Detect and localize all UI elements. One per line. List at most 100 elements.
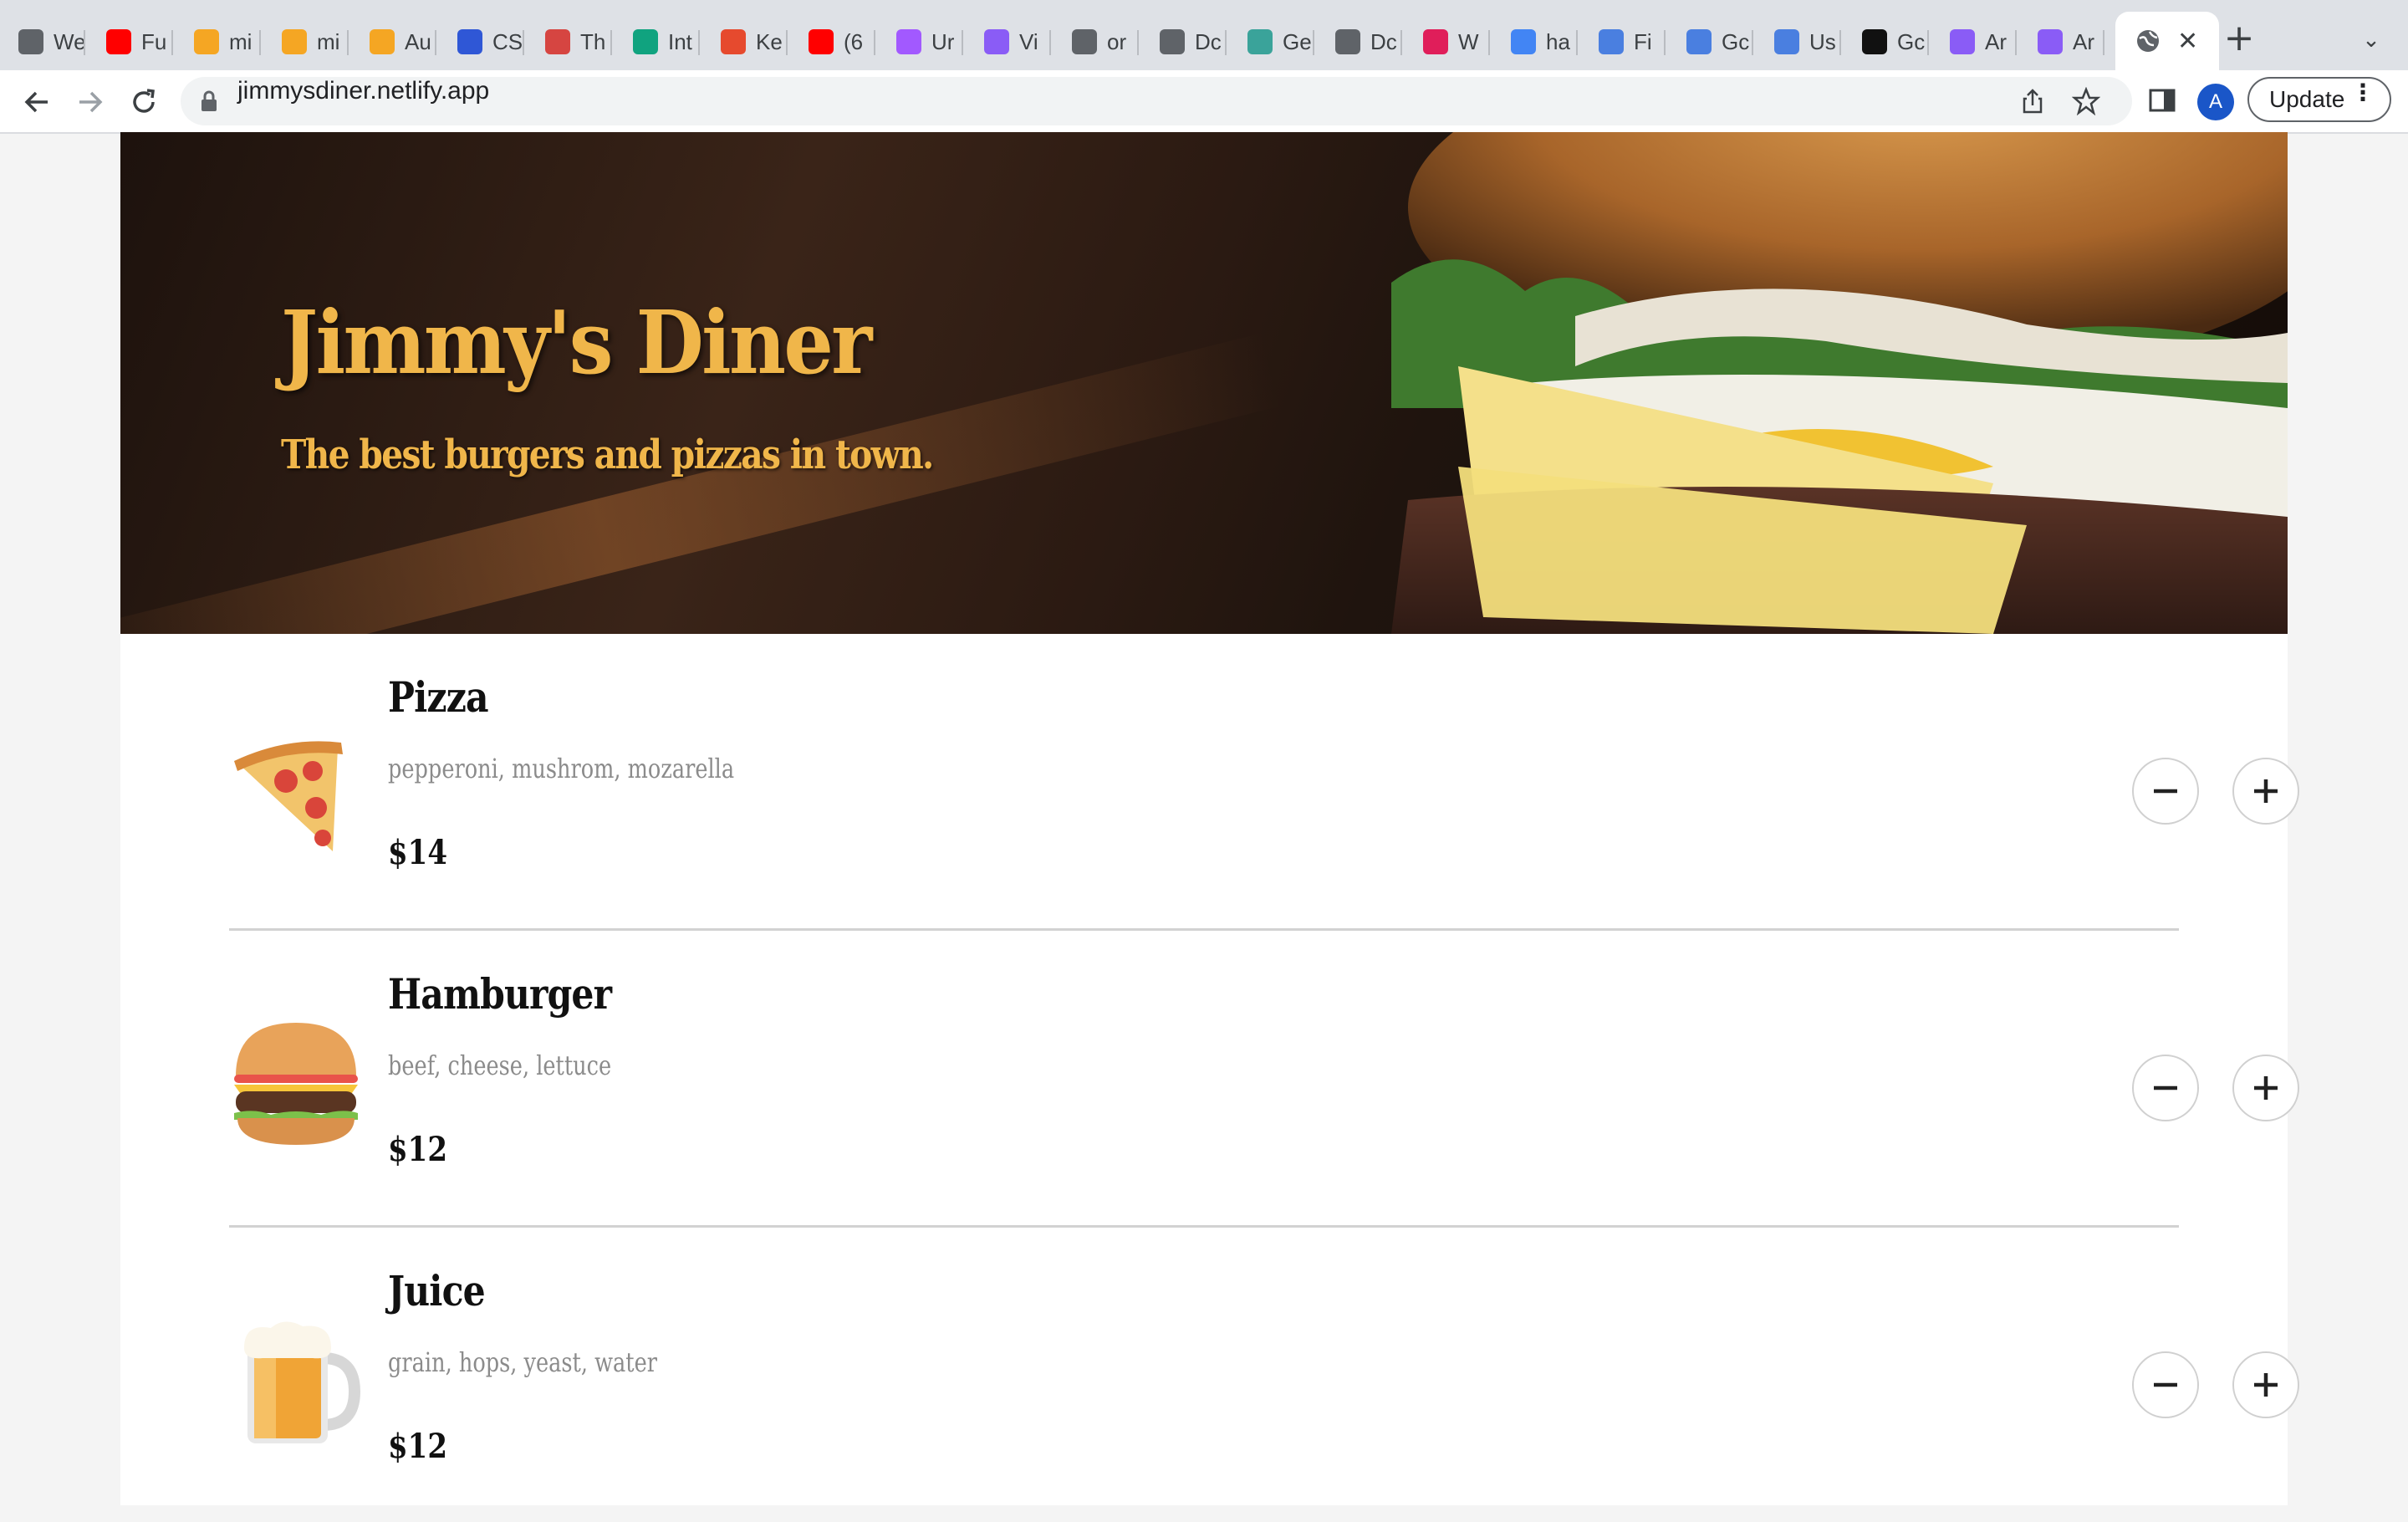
tab-title: Ar [1985, 28, 2007, 54]
tower-icon [545, 29, 570, 54]
forward-button[interactable] [70, 82, 110, 122]
tab-title: Gc [1897, 28, 1926, 54]
plus-icon [2254, 1076, 2278, 1100]
tab-title: W [1458, 28, 1479, 54]
tab-13[interactable]: Dc [1141, 13, 1227, 70]
arrow-left-icon [24, 91, 48, 113]
remove-item-button[interactable] [2132, 1351, 2199, 1418]
tab-separator [610, 30, 612, 55]
tab-separator [1225, 30, 1227, 55]
tab-11[interactable]: Vi [966, 13, 1051, 70]
tab-17[interactable]: ha [1492, 13, 1578, 70]
tab-9[interactable]: (6 [790, 13, 875, 70]
tab-0[interactable]: We [0, 13, 85, 70]
tab-15[interactable]: Dc [1317, 13, 1402, 70]
tab-3[interactable]: mi [263, 13, 349, 70]
update-button[interactable]: Update ⋮ [2247, 77, 2391, 122]
tab-active[interactable]: ✕ [2115, 12, 2219, 70]
tab-title: Au [405, 28, 431, 54]
youtube-icon [809, 29, 834, 54]
tab-title: Th [580, 28, 606, 54]
lock-icon[interactable] [199, 90, 219, 112]
tab-separator [1752, 30, 1753, 55]
tab-21[interactable]: Gc [1844, 13, 1929, 70]
tab-title: ha [1546, 28, 1570, 54]
arrow-right-icon [79, 91, 103, 113]
tab-8[interactable]: Ke [702, 13, 788, 70]
page-content: Jimmy's Diner The best burgers and pizza… [120, 132, 2299, 1505]
tab-separator [1664, 30, 1666, 55]
youtube-icon [106, 29, 131, 54]
remove-item-button[interactable] [2132, 1055, 2199, 1121]
tab-18[interactable]: Fi [1580, 13, 1666, 70]
tab-separator [1927, 30, 1929, 55]
menu-item-description: pepperoni, mushrom, mozarella [388, 753, 735, 784]
remove-item-button[interactable] [2132, 758, 2199, 825]
tab-20[interactable]: Us [1756, 13, 1841, 70]
side-panel-icon[interactable] [2147, 85, 2177, 115]
tab-2[interactable]: mi [176, 13, 261, 70]
minus-icon [2154, 789, 2177, 794]
generic-page-icon [18, 29, 43, 54]
reload-button[interactable] [124, 82, 164, 122]
tab-title: Us [1809, 28, 1836, 54]
globe-icon [1335, 29, 1360, 54]
tab-23[interactable]: Ar [2019, 13, 2104, 70]
share-icon[interactable] [2018, 87, 2047, 115]
menu-item: Pizza pepperoni, mushrom, mozarella $14 [229, 634, 2299, 931]
tab-12[interactable]: or [1054, 13, 1139, 70]
tab-search-button[interactable]: ⌄ [2354, 23, 2388, 57]
menu-item-name: Pizza [388, 672, 489, 722]
add-item-button[interactable] [2232, 1351, 2299, 1418]
globe-icon [1072, 29, 1097, 54]
tab-title: (6 [844, 28, 864, 54]
tab-separator [347, 30, 349, 55]
globe-icon [1160, 29, 1185, 54]
css-grid-icon [457, 29, 482, 54]
tab-14[interactable]: Ge [1229, 13, 1314, 70]
tab-1[interactable]: Fu [88, 13, 173, 70]
browser-toolbar: jimmysdiner.netlify.app A Update ⋮ [0, 70, 2408, 134]
tab-title: mi [229, 28, 253, 54]
menu-item-price: $14 [388, 833, 447, 872]
minus-icon [2154, 1382, 2177, 1387]
url-text[interactable]: jimmysdiner.netlify.app [237, 77, 489, 105]
tab-title: CS [492, 28, 523, 54]
kp-icon [721, 29, 746, 54]
firebase-icon [194, 29, 219, 54]
tab-title: Fu [141, 28, 167, 54]
slack-icon [1423, 29, 1448, 54]
close-tab-icon[interactable]: ✕ [2177, 27, 2198, 56]
tab-6[interactable]: Th [527, 13, 612, 70]
vite-icon [2038, 29, 2063, 54]
tab-title: Int [668, 28, 692, 54]
back-button[interactable] [17, 82, 57, 122]
address-bar[interactable]: jimmysdiner.netlify.app [181, 77, 2132, 125]
add-item-button[interactable] [2232, 758, 2299, 825]
vite-icon [1950, 29, 1975, 54]
add-item-button[interactable] [2232, 1055, 2299, 1121]
tab-4[interactable]: Au [351, 13, 436, 70]
profile-avatar[interactable]: A [2197, 84, 2234, 120]
menu-item-description: grain, hops, yeast, water [388, 1346, 657, 1378]
tab-5[interactable]: CS [439, 13, 524, 70]
tab-separator [1049, 30, 1051, 55]
tab-16[interactable]: W [1405, 13, 1490, 70]
tab-22[interactable]: Ar [1931, 13, 2017, 70]
tab-separator [435, 30, 436, 55]
bookmark-star-icon[interactable] [2072, 87, 2100, 115]
tab-separator [1488, 30, 1490, 55]
tab-separator [874, 30, 875, 55]
plus-icon [2254, 1373, 2278, 1397]
menu-item-name: Juice [388, 1266, 486, 1315]
tab-19[interactable]: Gc [1668, 13, 1753, 70]
tab-7[interactable]: Int [615, 13, 700, 70]
pizza-icon [234, 741, 343, 851]
diamond-icon [1247, 29, 1273, 54]
new-tab-button[interactable]: + [2221, 20, 2258, 59]
globe-icon [2135, 28, 2161, 54]
tab-separator [1576, 30, 1578, 55]
tab-10[interactable]: Ur [878, 13, 963, 70]
menu-item-price: $12 [388, 1130, 447, 1169]
tab-separator [1137, 30, 1139, 55]
